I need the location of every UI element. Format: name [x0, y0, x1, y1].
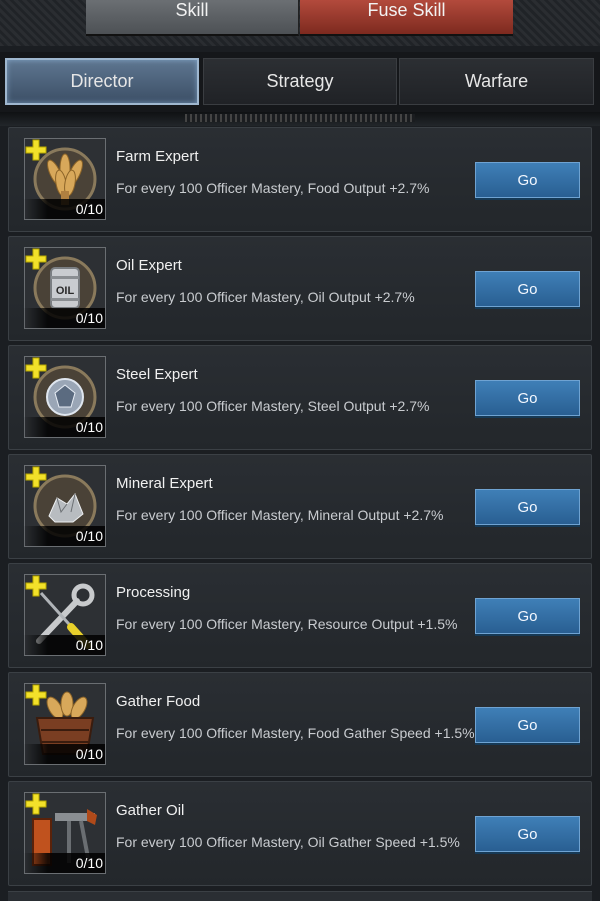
skill-title: Steel Expert	[116, 366, 198, 383]
tab-director[interactable]: Director	[5, 58, 199, 105]
go-button[interactable]: Go	[475, 162, 580, 198]
skill-description: For every 100 Officer Mastery, Food Outp…	[116, 180, 430, 196]
skill-description: For every 100 Officer Mastery, Resource …	[116, 616, 458, 632]
skill-title: Oil Expert	[116, 257, 182, 274]
skill-level: 0/10	[23, 417, 105, 437]
top-tab-bar: Skill Fuse Skill	[0, 0, 600, 46]
tab-warfare[interactable]: Warfare	[399, 58, 594, 105]
plus-star-icon	[25, 248, 47, 270]
skill-card: 0/10 Steel Expert For every 100 Officer …	[8, 345, 592, 450]
skill-description: For every 100 Officer Mastery, Steel Out…	[116, 398, 430, 414]
skill-card: 0/10 Processing For every 100 Officer Ma…	[8, 563, 592, 668]
skill-level: 0/10	[23, 635, 105, 655]
go-button[interactable]: Go	[475, 380, 580, 416]
skill-title: Mineral Expert	[116, 475, 213, 492]
skill-level: 0/10	[23, 308, 105, 328]
skill-description: For every 100 Officer Mastery, Oil Outpu…	[116, 289, 415, 305]
tab-fuse-skill[interactable]: Fuse Skill	[300, 0, 513, 36]
go-button[interactable]: Go	[475, 707, 580, 743]
skill-icon-frame: 0/10	[23, 574, 106, 656]
tab-skill-label: Skill	[175, 0, 209, 20]
category-tab-bar: Director Strategy Warfare	[0, 52, 600, 112]
skill-icon-frame: 0/10	[23, 683, 106, 765]
plus-star-icon	[25, 793, 47, 815]
skill-card: 0/10 Gather Food For every 100 Officer M…	[8, 672, 592, 777]
skill-level: 0/10	[23, 744, 105, 764]
skill-icon-frame: 0/10	[23, 138, 106, 220]
skill-title: Processing	[116, 584, 191, 601]
skill-description: For every 100 Officer Mastery, Mineral O…	[116, 507, 444, 523]
svg-text:OIL: OIL	[56, 285, 75, 297]
skill-level: 0/10	[23, 199, 105, 219]
skill-icon-frame: 0/10	[23, 356, 106, 438]
plus-star-icon	[25, 575, 47, 597]
go-button[interactable]: Go	[475, 489, 580, 525]
skill-title: Gather Food	[116, 693, 201, 710]
tab-skill[interactable]: Skill	[86, 0, 299, 36]
plus-star-icon	[25, 357, 47, 379]
go-button[interactable]: Go	[475, 271, 580, 307]
go-button[interactable]: Go	[475, 598, 580, 634]
skill-level: 0/10	[23, 853, 105, 873]
skill-title: Farm Expert	[116, 148, 199, 165]
skill-level: 0/10	[23, 526, 105, 546]
skill-list: 0/10 Farm Expert For every 100 Officer M…	[8, 127, 592, 890]
skill-icon-frame: 0/10	[23, 465, 106, 547]
skill-card: 0/10 Farm Expert For every 100 Officer M…	[8, 127, 592, 232]
divider	[0, 112, 600, 126]
skill-description: For every 100 Officer Mastery, Food Gath…	[116, 725, 475, 741]
skill-icon-frame: 0/10	[23, 792, 106, 874]
skill-card: 0/10 Mineral Expert For every 100 Office…	[8, 454, 592, 559]
plus-star-icon	[25, 466, 47, 488]
tab-strategy[interactable]: Strategy	[203, 58, 397, 105]
skill-description: For every 100 Officer Mastery, Oil Gathe…	[116, 834, 460, 850]
skill-card: OIL 0/10 Oil Expert For every 100 Office…	[8, 236, 592, 341]
plus-star-icon	[25, 139, 47, 161]
skill-icon-frame: OIL 0/10	[23, 247, 106, 329]
plus-star-icon	[25, 684, 47, 706]
go-button[interactable]: Go	[475, 816, 580, 852]
tab-fuse-skill-label: Fuse Skill	[367, 0, 446, 20]
skill-card: 0/10 Gather Oil For every 100 Officer Ma…	[8, 781, 592, 886]
skill-title: Gather Oil	[116, 802, 185, 819]
